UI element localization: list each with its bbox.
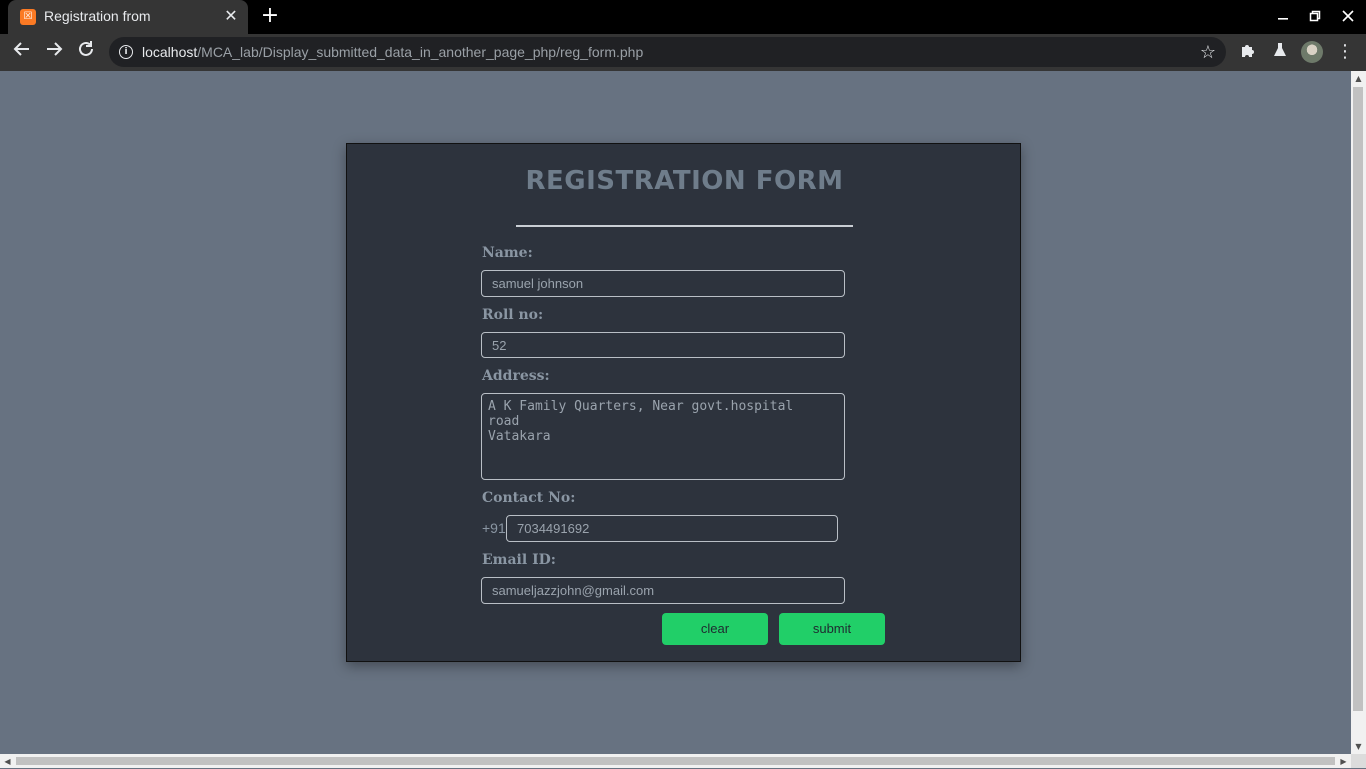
bookmark-star-icon[interactable]: ☆ — [1200, 42, 1216, 63]
horizontal-scrollbar[interactable]: ◀ ▶ — [0, 754, 1351, 768]
vertical-scrollbar[interactable]: ▲ ▼ — [1351, 71, 1366, 754]
close-window-icon[interactable] — [1337, 6, 1359, 28]
scroll-left-icon[interactable]: ◀ — [0, 754, 15, 769]
labs-flask-icon[interactable] — [1270, 42, 1290, 62]
contact-label: Contact No: — [482, 490, 576, 506]
address-textarea[interactable]: A K Family Quarters, Near govt.hospital … — [481, 393, 845, 480]
vertical-scroll-thumb[interactable] — [1353, 87, 1363, 711]
tab-close-icon[interactable]: ✕ — [222, 7, 240, 25]
roll-label: Roll no: — [482, 307, 544, 323]
browser-toolbar: i localhost/MCA_lab/Display_submitted_da… — [0, 34, 1366, 71]
contact-prefix: +91 — [482, 520, 506, 536]
new-tab-button[interactable]: + — [259, 5, 281, 28]
profile-avatar[interactable] — [1301, 41, 1323, 63]
address-bar[interactable]: i localhost/MCA_lab/Display_submitted_da… — [109, 37, 1226, 67]
reload-icon[interactable] — [74, 40, 98, 64]
minimize-icon[interactable] — [1272, 6, 1294, 28]
email-input[interactable]: samueljazzjohn@gmail.com — [481, 577, 845, 604]
extensions-puzzle-icon[interactable] — [1238, 42, 1258, 62]
back-arrow-icon[interactable] — [10, 40, 34, 64]
submit-button[interactable]: submit — [779, 613, 885, 645]
address-label: Address: — [482, 368, 550, 384]
name-label: Name: — [482, 245, 533, 261]
scroll-down-icon[interactable]: ▼ — [1351, 739, 1366, 754]
browser-tab[interactable]: ☒ Registration from ✕ — [8, 0, 248, 34]
registration-form: REGISTRATION FORM Name: samuel johnson R… — [346, 143, 1021, 662]
url-text: localhost/MCA_lab/Display_submitted_data… — [142, 44, 644, 60]
roll-input[interactable]: 52 — [481, 332, 845, 358]
kebab-menu-icon[interactable]: ⋮ — [1336, 41, 1354, 62]
clear-button[interactable]: clear — [662, 613, 768, 645]
restore-icon[interactable] — [1304, 6, 1326, 28]
email-label: Email ID: — [482, 552, 556, 568]
title-divider — [516, 225, 853, 227]
name-input[interactable]: samuel johnson — [481, 270, 845, 297]
scroll-right-icon[interactable]: ▶ — [1336, 754, 1351, 769]
scroll-up-icon[interactable]: ▲ — [1351, 71, 1366, 86]
forward-arrow-icon[interactable] — [42, 40, 66, 64]
browser-titlebar: ☒ Registration from ✕ + — [0, 0, 1366, 34]
info-icon[interactable]: i — [119, 45, 133, 59]
horizontal-scroll-thumb[interactable] — [16, 757, 1335, 765]
scrollbar-corner — [1351, 754, 1366, 768]
xampp-favicon-icon: ☒ — [20, 9, 36, 25]
form-title: REGISTRATION FORM — [525, 166, 844, 196]
tab-title: Registration from — [44, 8, 151, 24]
contact-input[interactable]: 7034491692 — [506, 515, 838, 542]
